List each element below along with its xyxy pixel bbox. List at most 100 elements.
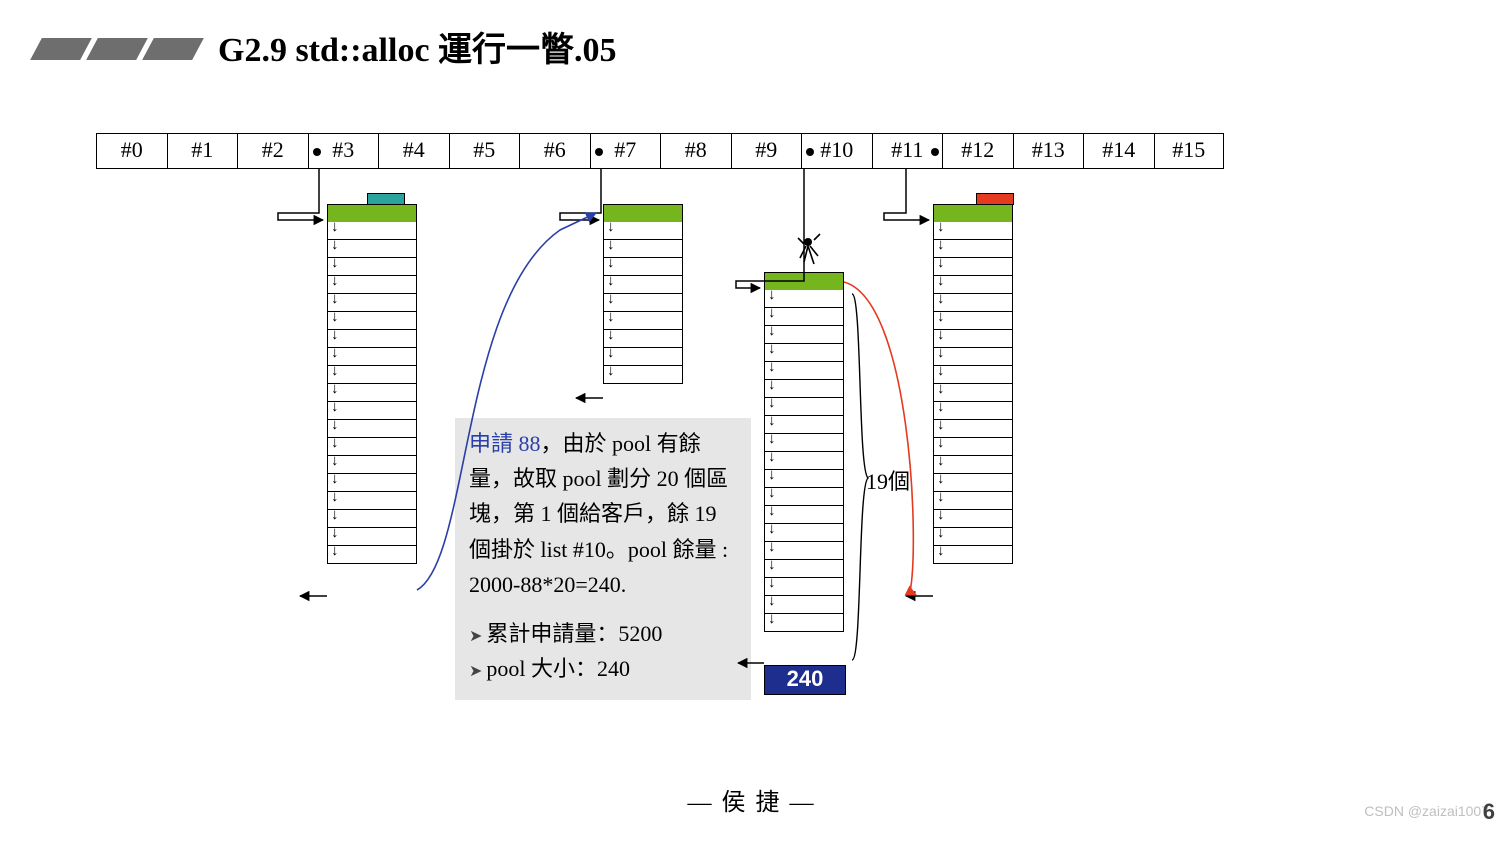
down-arrow-icon: ↓ bbox=[768, 360, 776, 375]
free-block: ↓ bbox=[764, 398, 844, 416]
free-block: ↓ bbox=[933, 546, 1013, 564]
free-block: ↓ bbox=[764, 326, 844, 344]
free-block: ↓ bbox=[327, 312, 417, 330]
down-arrow-icon: ↓ bbox=[937, 238, 945, 253]
down-arrow-icon: ↓ bbox=[331, 400, 339, 415]
allocated-block bbox=[327, 204, 417, 222]
down-arrow-icon: ↓ bbox=[331, 292, 339, 307]
down-arrow-icon: ↓ bbox=[768, 594, 776, 609]
free-block: ↓ bbox=[933, 312, 1013, 330]
down-arrow-icon: ↓ bbox=[331, 328, 339, 343]
free-block: ↓ bbox=[764, 560, 844, 578]
free-block: ↓ bbox=[933, 438, 1013, 456]
bucket-12: #12 bbox=[942, 133, 1013, 169]
bucket-7: #7 bbox=[590, 133, 661, 169]
down-arrow-icon: ↓ bbox=[937, 526, 945, 541]
allocated-block bbox=[603, 204, 683, 222]
stripe bbox=[30, 38, 92, 60]
down-arrow-icon: ↓ bbox=[331, 508, 339, 523]
free-block: ↓ bbox=[327, 222, 417, 240]
free-block: ↓ bbox=[933, 420, 1013, 438]
bucket-dot bbox=[931, 148, 939, 156]
bucket-8: #8 bbox=[660, 133, 731, 169]
down-arrow-icon: ↓ bbox=[937, 490, 945, 505]
down-arrow-icon: ↓ bbox=[331, 490, 339, 505]
free-block: ↓ bbox=[327, 348, 417, 366]
free-block: ↓ bbox=[764, 416, 844, 434]
down-arrow-icon: ↓ bbox=[768, 540, 776, 555]
person-icon bbox=[798, 234, 820, 264]
down-arrow-icon: ↓ bbox=[768, 486, 776, 501]
bucket-9: #9 bbox=[731, 133, 802, 169]
free-block: ↓ bbox=[764, 344, 844, 362]
footer-author: — 侯 捷 — bbox=[0, 782, 1503, 817]
down-arrow-icon: ↓ bbox=[331, 220, 339, 235]
down-arrow-icon: ↓ bbox=[331, 310, 339, 325]
down-arrow-icon: ↓ bbox=[937, 400, 945, 415]
free-block: ↓ bbox=[933, 240, 1013, 258]
down-arrow-icon: ↓ bbox=[331, 346, 339, 361]
free-block: ↓ bbox=[327, 330, 417, 348]
down-arrow-icon: ↓ bbox=[937, 364, 945, 379]
allocated-block bbox=[933, 204, 1013, 222]
down-arrow-icon: ↓ bbox=[768, 306, 776, 321]
down-arrow-icon: ↓ bbox=[768, 432, 776, 447]
link-7 bbox=[560, 168, 601, 220]
free-block: ↓ bbox=[327, 438, 417, 456]
free-block: ↓ bbox=[327, 258, 417, 276]
connectors bbox=[0, 0, 1503, 849]
down-arrow-icon: ↓ bbox=[937, 382, 945, 397]
bucket-dot bbox=[806, 148, 814, 156]
free-block: ↓ bbox=[933, 384, 1013, 402]
down-arrow-icon: ↓ bbox=[607, 256, 615, 271]
free-block: ↓ bbox=[327, 474, 417, 492]
free-block: ↓ bbox=[327, 294, 417, 312]
decor-stripes bbox=[36, 38, 198, 60]
down-arrow-icon: ↓ bbox=[937, 220, 945, 235]
bucket-dot bbox=[595, 148, 603, 156]
down-arrow-icon: ↓ bbox=[768, 576, 776, 591]
stack-bucket-10: ↓↓↓↓↓↓↓↓↓↓↓↓↓↓↓↓↓↓↓ bbox=[764, 272, 844, 632]
free-block: ↓ bbox=[327, 366, 417, 384]
link-11 bbox=[884, 168, 929, 220]
down-arrow-icon: ↓ bbox=[607, 274, 615, 289]
free-block: ↓ bbox=[933, 492, 1013, 510]
down-arrow-icon: ↓ bbox=[768, 522, 776, 537]
stat-cumulative: 累計申請量：5200 bbox=[469, 616, 737, 651]
down-arrow-icon: ↓ bbox=[768, 450, 776, 465]
free-block: ↓ bbox=[933, 510, 1013, 528]
bucket-2: #2 bbox=[237, 133, 308, 169]
bucket-14: #14 bbox=[1083, 133, 1154, 169]
request-value: 88 bbox=[519, 431, 541, 456]
free-block: ↓ bbox=[603, 258, 683, 276]
free-block: ↓ bbox=[933, 402, 1013, 420]
down-arrow-icon: ↓ bbox=[937, 472, 945, 487]
free-block: ↓ bbox=[327, 510, 417, 528]
free-block: ↓ bbox=[603, 348, 683, 366]
page-number: 6 bbox=[1483, 799, 1495, 825]
free-block: ↓ bbox=[933, 222, 1013, 240]
down-arrow-icon: ↓ bbox=[937, 328, 945, 343]
down-arrow-icon: ↓ bbox=[607, 310, 615, 325]
bucket-13: #13 bbox=[1013, 133, 1084, 169]
down-arrow-icon: ↓ bbox=[331, 436, 339, 451]
link-10 bbox=[736, 168, 804, 288]
footer-watermark: CSDN @zaizai1007 bbox=[1364, 803, 1489, 819]
down-arrow-icon: ↓ bbox=[937, 274, 945, 289]
down-arrow-icon: ↓ bbox=[331, 472, 339, 487]
free-block: ↓ bbox=[764, 470, 844, 488]
free-block: ↓ bbox=[764, 596, 844, 614]
down-arrow-icon: ↓ bbox=[331, 526, 339, 541]
down-arrow-icon: ↓ bbox=[607, 328, 615, 343]
down-arrow-icon: ↓ bbox=[768, 378, 776, 393]
free-block: ↓ bbox=[764, 362, 844, 380]
bucket-11: #11 bbox=[872, 133, 943, 169]
free-block: ↓ bbox=[603, 222, 683, 240]
down-arrow-icon: ↓ bbox=[331, 454, 339, 469]
stack-bucket-7: ↓↓↓↓↓↓↓↓↓ bbox=[603, 204, 683, 384]
stat-pool-size: pool 大小：240 bbox=[469, 651, 737, 686]
down-arrow-icon: ↓ bbox=[331, 238, 339, 253]
free-block: ↓ bbox=[603, 366, 683, 384]
free-block: ↓ bbox=[933, 528, 1013, 546]
down-arrow-icon: ↓ bbox=[937, 418, 945, 433]
